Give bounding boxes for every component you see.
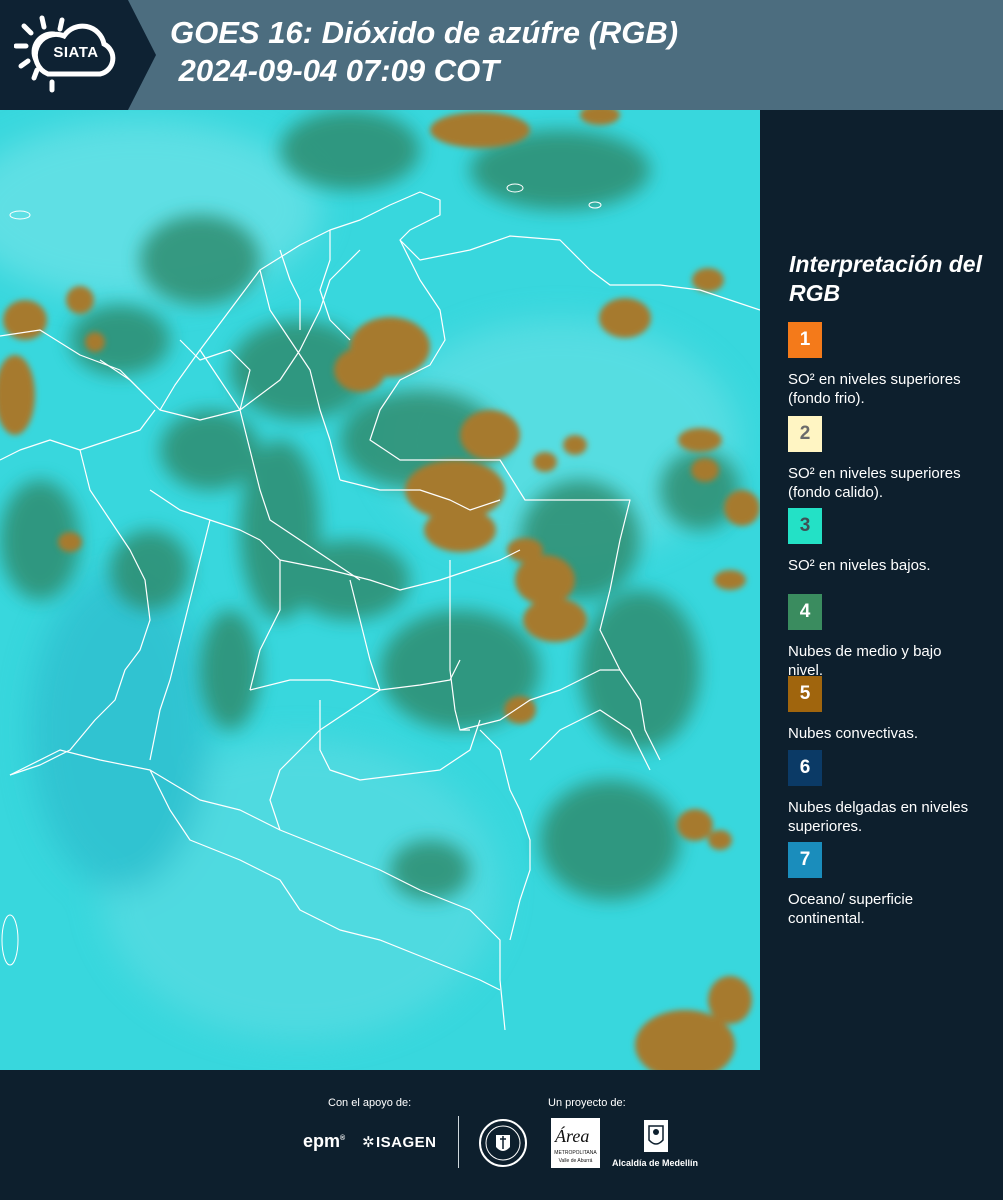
legend-text: Nubes de medio y bajo nivel. xyxy=(788,643,942,679)
legend-item-6: 6 Nubes delgadas en niveles superiores. xyxy=(788,750,998,836)
alcaldia-label: Alcaldía de Medellín xyxy=(612,1158,699,1168)
footer-divider xyxy=(458,1116,459,1168)
legend-item-1: 1 SO² en niveles superiores (fondo frio). xyxy=(788,322,998,408)
area-logo-sub2: Valle de Aburrá xyxy=(558,1158,593,1164)
legend-swatch: 3 xyxy=(788,508,822,544)
legend-item-7: 7 Oceano/ superficie continental. xyxy=(788,842,998,928)
legend-text: SO² en niveles superiores (fondo calido)… xyxy=(788,465,961,501)
legend-swatch: 1 xyxy=(788,322,822,358)
legend-swatch: 6 xyxy=(788,750,822,786)
area-metropolitana-logo: Área METROPOLITANA Valle de Aburrá xyxy=(551,1118,600,1168)
legend-swatch: 2 xyxy=(788,416,822,452)
title-line-1: GOES 16: Dióxido de azúfre (RGB) xyxy=(170,15,679,50)
legend-text: Oceano/ superficie continental. xyxy=(788,891,914,927)
alcaldia-shield-icon xyxy=(644,1120,668,1152)
logo-chevron xyxy=(128,0,156,110)
title-line-2: 2024-09-04 07:09 COT xyxy=(170,53,500,88)
legend-text: Nubes delgadas en niveles superiores. xyxy=(788,799,969,835)
legend-item-5: 5 Nubes convectivas. xyxy=(788,676,998,743)
legend-swatch: 4 xyxy=(788,594,822,630)
page-title: GOES 16: Dióxido de azúfre (RGB) 2024-09… xyxy=(170,14,678,90)
legend-item-2: 2 SO² en niveles superiores (fondo calido… xyxy=(788,416,998,502)
isagen-logo-text: ISAGEN xyxy=(376,1134,437,1151)
area-logo-sub1: METROPOLITANA xyxy=(554,1150,597,1156)
legend-text: SO² en niveles superiores (fondo frio). xyxy=(788,371,961,407)
support-label: Con el apoyo de: xyxy=(328,1097,412,1109)
satellite-image xyxy=(0,110,760,1070)
header-bar: SIATA GOES 16: Dióxido de azúfre (RGB) 2… xyxy=(0,0,1003,110)
siata-logo-text: SIATA xyxy=(53,44,99,61)
isagen-logo: ✲ISAGEN xyxy=(362,1133,437,1151)
isagen-star-icon: ✲ xyxy=(362,1134,376,1151)
medellin-seal-icon xyxy=(479,1119,527,1167)
siata-logo-block: SIATA xyxy=(0,0,128,110)
legend-item-3: 3 SO² en niveles bajos. xyxy=(788,508,998,575)
legend-title: Interpretación del RGB xyxy=(789,251,982,306)
legend-swatch: 7 xyxy=(788,842,822,878)
epm-logo: epm® xyxy=(303,1131,346,1151)
project-label: Un proyecto de: xyxy=(548,1097,626,1109)
legend-text: SO² en niveles bajos. xyxy=(788,557,931,574)
epm-logo-text: epm xyxy=(303,1131,341,1151)
area-logo-name: Área xyxy=(555,1126,590,1146)
legend-text: Nubes convectivas. xyxy=(788,725,919,742)
legend-swatch: 5 xyxy=(788,676,822,712)
satellite-map xyxy=(0,110,760,1070)
legend-item-4: 4 Nubes de medio y bajo nivel. xyxy=(788,594,998,680)
